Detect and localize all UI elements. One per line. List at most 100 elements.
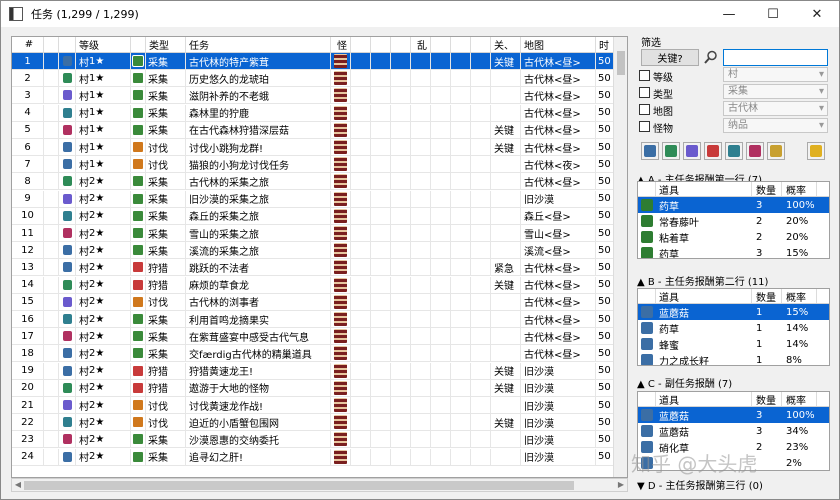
- quest-type-filter-icon[interactable]: [683, 142, 701, 160]
- table-row[interactable]: 16 村 2★ 采集 利用首鸣龙摘果实 古代林<昼> 50: [12, 311, 627, 328]
- reward-column-header[interactable]: 数量: [752, 392, 782, 407]
- table-row[interactable]: 14 村 2★ 狩猎 麻烦的草食龙 关键 古代林<昼> 50: [12, 276, 627, 294]
- table-row[interactable]: 3 村 1★ 采集 滋阴补养的不老蛾 古代林<昼> 50: [12, 87, 627, 105]
- scroll-left-arrow[interactable]: ◀: [12, 479, 24, 491]
- column-header[interactable]: 怪: [331, 37, 351, 52]
- reward-row[interactable]: 蜂蜜 1 14%: [638, 336, 829, 352]
- reward-c-title[interactable]: ▲ C - 副任务报酬 (7): [637, 375, 732, 390]
- table-row[interactable]: 1 村 1★ 采集 古代林的特产紫茸 关键 古代林<昼> 50: [12, 53, 627, 70]
- reward-b-title[interactable]: ▲ B - 主任务报酬第二行 (11): [637, 273, 768, 288]
- close-button[interactable]: ✕: [795, 1, 839, 27]
- reward-row[interactable]: 力之成长籽 1 8%: [638, 352, 829, 365]
- reward-d-title[interactable]: ▼ D - 主任务报酬第三行 (0): [637, 477, 763, 492]
- table-row[interactable]: 24 村 2★ 采集 追寻幻之肝! 旧沙漠 50: [12, 448, 627, 466]
- reward-column-header[interactable]: 概率: [782, 289, 817, 304]
- rank-dropdown[interactable]: 村: [723, 67, 828, 82]
- table-row[interactable]: 6 村 1★ 讨伐 讨伐小跳狗龙群! 关键 古代林<昼> 50: [12, 139, 627, 156]
- column-header[interactable]: 等级: [76, 37, 131, 52]
- table-row[interactable]: 11 村 2★ 采集 雪山的采集之旅 雪山<昼> 50: [12, 225, 627, 242]
- table-row[interactable]: 22 村 2★ 讨伐 迫近的小盾蟹包围网 关键 旧沙漠 50: [12, 414, 627, 432]
- table-row[interactable]: 20 村 2★ 狩猎 遨游于大地的怪物 关键 旧沙漠 50: [12, 379, 627, 397]
- column-header[interactable]: [391, 37, 411, 52]
- reward-rate: 15%: [786, 306, 809, 318]
- quest-type-icon: [132, 381, 144, 394]
- column-header[interactable]: 类型: [146, 37, 186, 52]
- quest-type-filter-icon[interactable]: [662, 142, 680, 160]
- search-input[interactable]: [723, 49, 828, 66]
- column-header[interactable]: 任务: [186, 37, 331, 52]
- app-window: 任务 (1,299 / 1,299) — ☐ ✕ # 等级 类型 任务怪乱关、 地图时 …: [0, 0, 840, 500]
- quest-type-filter-icon[interactable]: [704, 142, 722, 160]
- column-header[interactable]: [371, 37, 391, 52]
- map-checkbox[interactable]: [639, 104, 650, 115]
- table-row[interactable]: 12 村 2★ 采集 溪流的采集之旅 溪流<昼> 50: [12, 242, 627, 260]
- column-header[interactable]: [431, 37, 451, 52]
- table-row[interactable]: 8 村 2★ 采集 古代林的采集之旅 古代林<昼> 50: [12, 173, 627, 191]
- quest-name: 在紫茸盛宴中感受古代气息: [189, 332, 309, 344]
- reward-column-header[interactable]: 数量: [752, 289, 782, 304]
- scrollbar-thumb[interactable]: [24, 481, 574, 490]
- table-row[interactable]: 19 村 2★ 狩猎 狩猎黄速龙王! 关键 旧沙漠 50: [12, 362, 627, 380]
- table-row[interactable]: 21 村 2★ 讨伐 讨伐黄速龙作战! 旧沙漠 50: [12, 397, 627, 414]
- table-horizontal-scrollbar[interactable]: ◀ ▶: [11, 478, 628, 492]
- table-cell: [331, 70, 351, 87]
- quest-type-filter-icon[interactable]: [725, 142, 743, 160]
- reward-row[interactable]: 药草 3 15%: [638, 245, 829, 258]
- scroll-right-arrow[interactable]: ▶: [615, 479, 627, 491]
- column-header[interactable]: [451, 37, 471, 52]
- table-row[interactable]: 13 村 2★ 狩猎 跳跃的不法者 紧急 古代林<昼> 50: [12, 259, 627, 277]
- column-header[interactable]: [131, 37, 146, 52]
- reward-column-header[interactable]: 数量: [752, 182, 782, 197]
- village-label: 村: [79, 298, 89, 310]
- quest-type-filter-icon[interactable]: [767, 142, 785, 160]
- table-row[interactable]: 10 村 2★ 采集 森丘的采集之旅 森丘<昼> 50: [12, 207, 627, 225]
- column-header[interactable]: [351, 37, 371, 52]
- table-cell: 村 2★: [76, 173, 131, 190]
- map-dropdown[interactable]: 古代林: [723, 101, 828, 116]
- reward-row[interactable]: 粘着草 2 20%: [638, 229, 829, 245]
- type-checkbox[interactable]: [639, 87, 650, 98]
- reward-row[interactable]: 蓝蘑菇 1 15%: [638, 304, 829, 320]
- table-row[interactable]: 15 村 2★ 讨伐 古代林的浏事者 古代林<昼> 50: [12, 293, 627, 311]
- column-header[interactable]: [59, 37, 76, 52]
- table-row[interactable]: 17 村 2★ 采集 在紫茸盛宴中感受古代气息 古代林<昼> 50: [12, 328, 627, 346]
- column-header[interactable]: 乱: [411, 37, 431, 52]
- type-dropdown[interactable]: 采集: [723, 84, 828, 99]
- table-row[interactable]: 2 村 1★ 采集 历史悠久的龙琥珀 古代林<昼> 50: [12, 70, 627, 88]
- chat-icon[interactable]: [807, 142, 825, 160]
- reward-row[interactable]: 蓝蘑菇 3 100%: [638, 407, 829, 423]
- reward-row[interactable]: 药草 3 100%: [638, 197, 829, 213]
- column-header[interactable]: 关、: [491, 37, 521, 52]
- monster-dropdown[interactable]: 纳品: [723, 118, 828, 133]
- table-row[interactable]: 23 村 2★ 采集 沙漠恩惠的交纳委托 旧沙漠 50: [12, 431, 627, 449]
- reward-column-header[interactable]: 道具: [656, 392, 752, 407]
- table-row[interactable]: 7 村 1★ 讨伐 猫狼的小狗龙讨伐任务 古代林<夜> 50: [12, 156, 627, 174]
- table-row[interactable]: 9 村 2★ 采集 旧沙漠的采集之旅 旧沙漠 50: [12, 190, 627, 208]
- rank-checkbox[interactable]: [639, 70, 650, 81]
- maximize-button[interactable]: ☐: [751, 1, 795, 27]
- item-icon: [641, 306, 653, 318]
- reward-column-header[interactable]: 道具: [656, 289, 752, 304]
- quest-type-filter-icon[interactable]: [641, 142, 659, 160]
- reward-row[interactable]: 药草 1 14%: [638, 320, 829, 336]
- reward-row[interactable]: 蓝蘑菇 3 34%: [638, 423, 829, 439]
- table-row[interactable]: 18 村 2★ 采集 交færdig古代林的精巢道具 古代林<昼> 50: [12, 345, 627, 363]
- reward-column-header[interactable]: 概率: [782, 182, 817, 197]
- reward-column-header[interactable]: 道具: [656, 182, 752, 197]
- reward-rate: 14%: [786, 322, 809, 334]
- minimize-button[interactable]: —: [707, 1, 751, 27]
- reward-row[interactable]: 常春藤叶 2 20%: [638, 213, 829, 229]
- column-header[interactable]: 地图: [521, 37, 596, 52]
- column-header[interactable]: #: [12, 37, 44, 52]
- reward-column-header[interactable]: 概率: [782, 392, 817, 407]
- table-vertical-scrollbar[interactable]: [613, 37, 627, 477]
- quest-type-icon: [132, 261, 144, 274]
- quest-type-filter-icon[interactable]: [746, 142, 764, 160]
- monster-checkbox[interactable]: [639, 121, 650, 132]
- scrollbar-thumb[interactable]: [617, 51, 625, 75]
- column-header[interactable]: [44, 37, 59, 52]
- table-row[interactable]: 5 村 1★ 采集 在古代森林狩猎深层菇 关键 古代林<昼> 50: [12, 121, 627, 139]
- table-row[interactable]: 4 村 1★ 采集 森林里的狞鹿 古代林<昼> 50: [12, 104, 627, 122]
- column-header[interactable]: [471, 37, 491, 52]
- keyword-button[interactable]: 关键?: [641, 49, 699, 66]
